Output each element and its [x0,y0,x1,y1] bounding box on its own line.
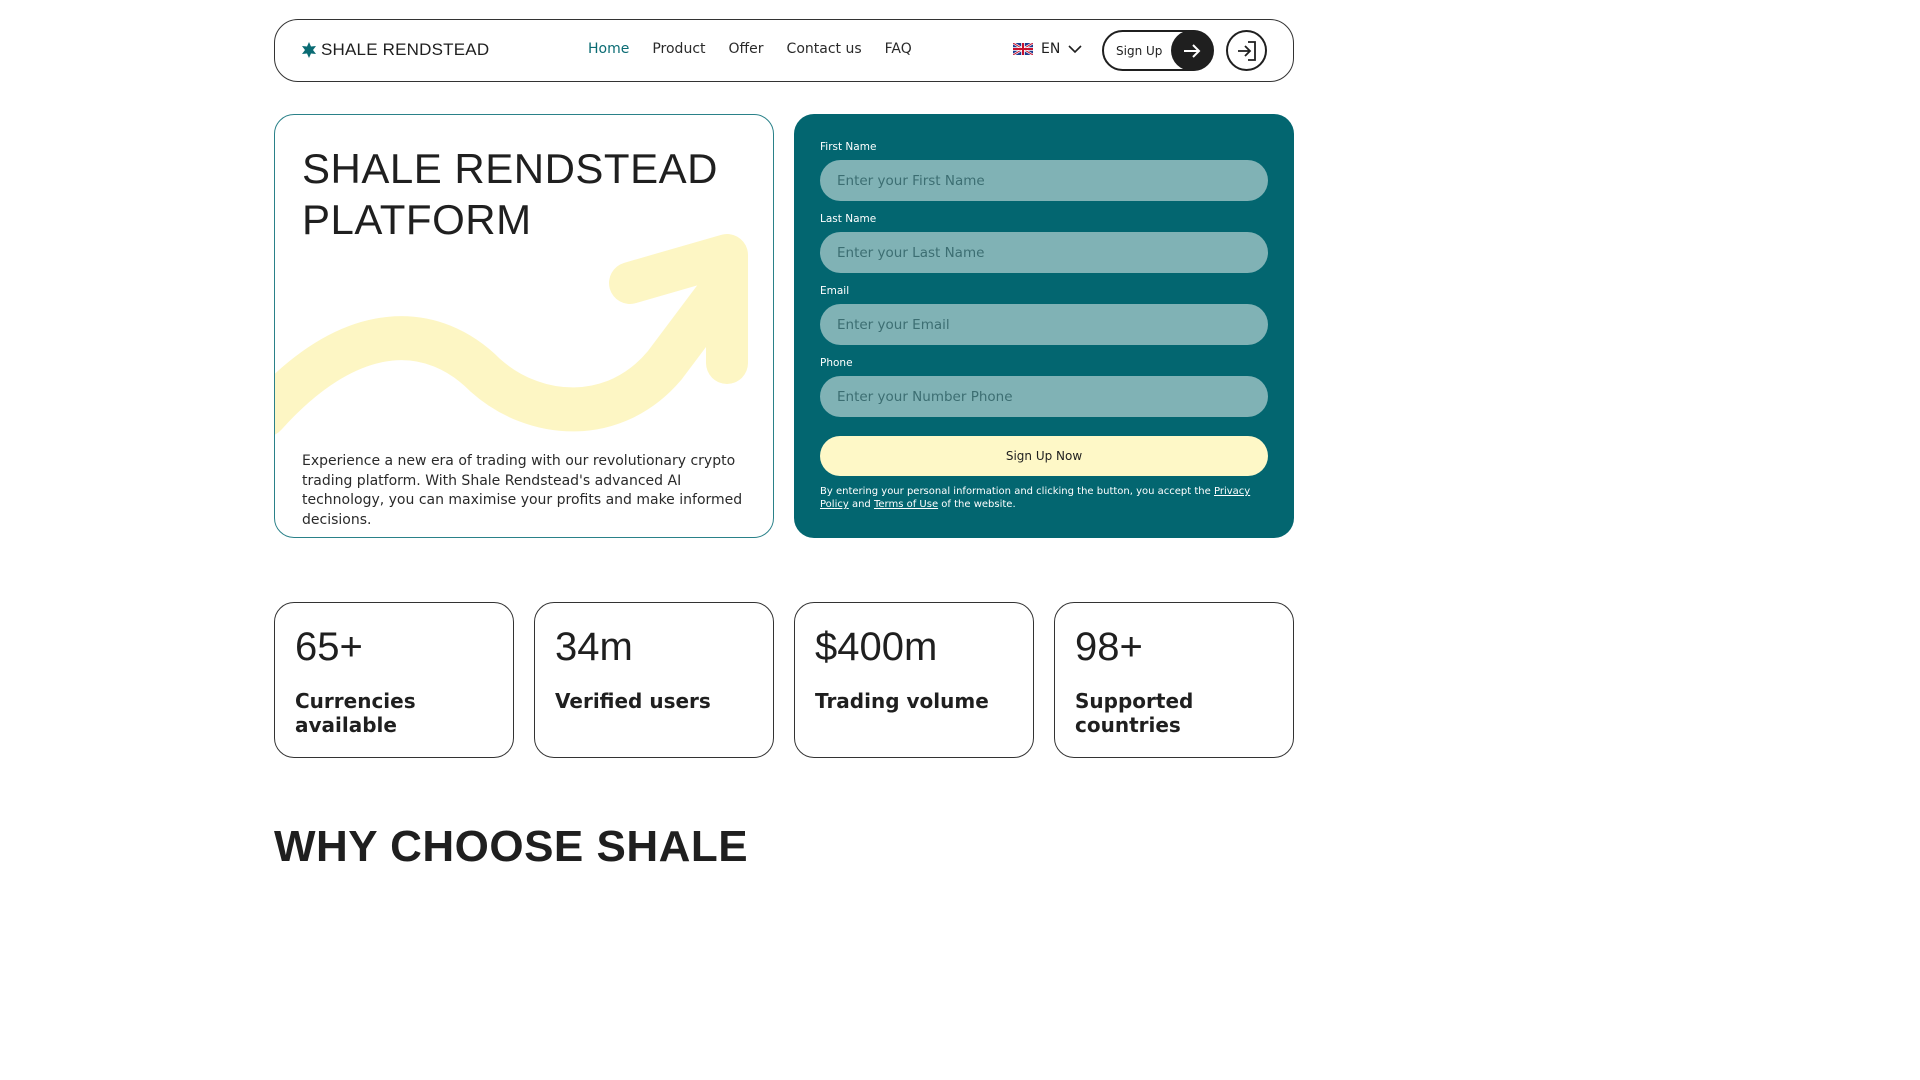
disclaimer-and: and [851,499,871,510]
disclaimer-suffix: of the website. [941,499,1016,510]
chevron-down-icon [1068,44,1082,53]
stat-label: Currencies available [295,689,416,737]
stat-label: Trading volume [815,689,989,713]
legal-disclaimer: By entering your personal information an… [820,485,1260,511]
login-icon [1237,40,1256,61]
hero-description: Experience a new era of trading with our… [302,453,743,528]
header-signup-button[interactable]: Sign Up [1102,30,1214,71]
stat-value: $400m [815,625,938,669]
terms-of-use-link[interactable]: Terms of Use [874,499,938,510]
disclaimer-prefix: By entering your personal information an… [820,486,1211,497]
nav-contact[interactable]: Contact us [787,41,862,57]
first-name-field[interactable] [820,160,1268,201]
nav-offer[interactable]: Offer [729,41,764,57]
phone-field[interactable] [820,376,1268,417]
stat-value: 34m [555,625,633,669]
phone-label: Phone [820,357,853,369]
stat-card-countries: 98+ Supported countries [1054,602,1294,758]
signup-form: First Name Last Name Email Phone Sign Up… [794,114,1294,538]
arrow-right-icon [1171,30,1213,71]
why-choose-heading: WHY CHOOSE SHALE [274,822,749,871]
stat-card-volume: $400m Trading volume [794,602,1034,758]
hero-card: SHALE RENDSTEAD PLATFORM Experience a ne… [274,114,774,538]
nav-faq[interactable]: FAQ [885,41,912,57]
star-icon [302,42,316,58]
stat-card-currencies: 65+ Currencies available [274,602,514,758]
stat-label: Verified users [555,689,711,713]
signup-label: Sign Up [1116,43,1163,58]
hero-title: SHALE RENDSTEAD PLATFORM [302,145,718,243]
nav-product[interactable]: Product [652,41,705,57]
last-name-field[interactable] [820,232,1268,273]
main-nav: Home Product Offer Contact us FAQ [588,41,912,57]
stat-value: 65+ [295,625,363,669]
stat-card-users: 34m Verified users [534,602,774,758]
email-label: Email [820,285,850,297]
brand-logo[interactable]: SHALE RENDSTEAD [301,40,489,60]
login-button[interactable] [1226,30,1267,71]
sign-up-now-button[interactable]: Sign Up Now [820,436,1268,476]
stat-value: 98+ [1075,625,1143,669]
site-header: SHALE RENDSTEAD Home Product Offer Conta… [274,19,1294,82]
language-selector[interactable]: EN [1013,41,1082,57]
email-field[interactable] [820,304,1268,345]
brand-name: SHALE RENDSTEAD [321,40,490,59]
last-name-label: Last Name [820,213,877,225]
first-name-label: First Name [820,141,877,153]
uk-flag-icon [1013,43,1033,55]
stat-label: Supported countries [1075,689,1194,737]
nav-home[interactable]: Home [588,41,629,57]
language-code: EN [1041,41,1061,57]
